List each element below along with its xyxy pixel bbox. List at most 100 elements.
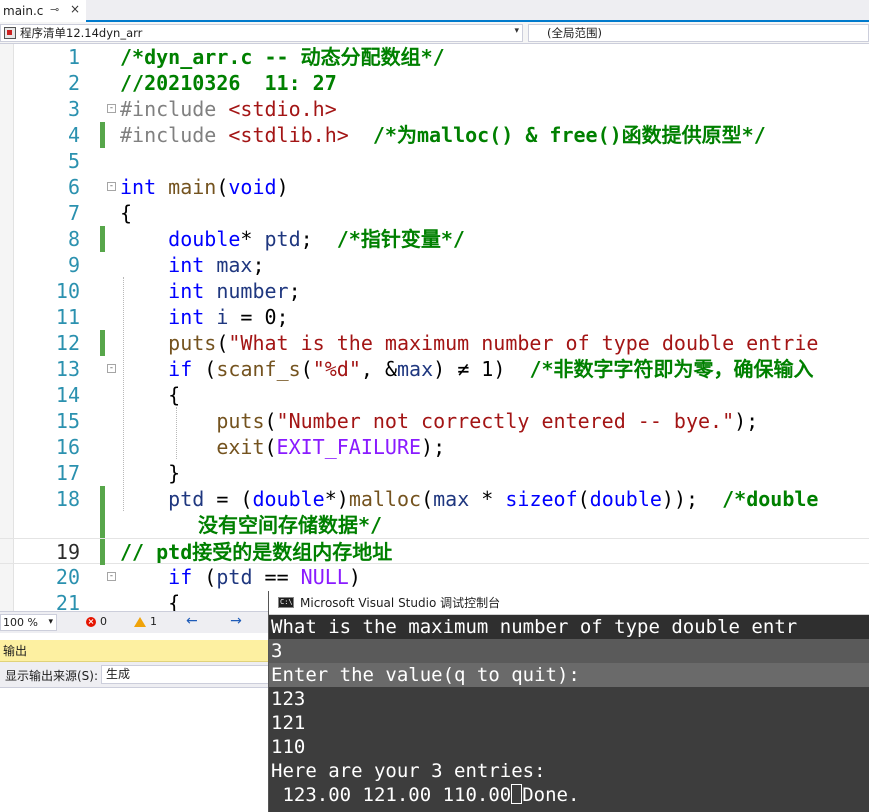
code-text: {: [168, 383, 181, 407]
console-line: 3: [271, 640, 283, 662]
debug-console-window[interactable]: C:\ Microsoft Visual Studio 调试控制台 What i…: [268, 591, 869, 812]
code-line: 17 }: [0, 460, 869, 486]
change-marker: [100, 330, 105, 356]
fold-toggle-icon[interactable]: -: [107, 572, 116, 581]
line-number: 7: [67, 201, 80, 225]
warning-icon: [134, 616, 146, 627]
line-number: 16: [55, 435, 80, 459]
code-line: 1 /*dyn_arr.c -- 动态分配数组*/: [0, 44, 869, 70]
line-number: 2: [67, 71, 80, 95]
line-number: 5: [67, 149, 80, 173]
code-text: int main(void): [120, 175, 289, 199]
code-line: 4 #include <stdlib.h> /*为malloc() & free…: [0, 122, 869, 148]
console-line: Here are your 3 entries:: [271, 760, 546, 782]
console-icon: C:\: [278, 597, 294, 608]
code-wrapped-text: 没有空间存储数据*/: [198, 513, 383, 537]
code-text: exit(EXIT_FAILURE);: [216, 435, 446, 459]
pin-icon[interactable]: ⊸: [50, 3, 59, 16]
scope-dropdown[interactable]: (全局范围): [528, 24, 869, 42]
line-number: 20: [55, 565, 80, 589]
code-line-current: 19 // ptd接受的是数组内存地址: [0, 538, 869, 565]
line-number: 21: [55, 591, 80, 611]
navigation-bar: 程序清单12.14dyn_arr ▾ (全局范围): [0, 22, 869, 44]
code-line: 3 - #include <stdio.h>: [0, 96, 869, 122]
line-number: 18: [55, 487, 80, 511]
code-line: 10 int number;: [0, 278, 869, 304]
code-text: int max;: [168, 253, 265, 277]
code-line: 7 {: [0, 200, 869, 226]
line-number: 6: [67, 175, 80, 199]
code-line: 13 - if (scanf_s("%d", &max) ≠ 1) /*非数字字…: [0, 356, 869, 382]
fold-toggle-icon[interactable]: -: [107, 104, 116, 113]
project-name: 程序清单12.14dyn_arr: [20, 26, 143, 40]
code-text: }: [168, 461, 181, 485]
text-cursor: [511, 784, 523, 804]
console-line: 110: [271, 736, 306, 758]
tab-filename: main.c: [3, 4, 44, 18]
console-line: Enter the value(q to quit):: [271, 664, 580, 686]
warning-count[interactable]: 1: [134, 615, 157, 628]
error-count[interactable]: × 0: [86, 615, 107, 628]
line-number: 8: [67, 227, 80, 251]
change-marker: [100, 486, 105, 538]
code-line: 16 exit(EXIT_FAILURE);: [0, 434, 869, 460]
line-number: 19: [55, 540, 80, 564]
issue-navigation-arrows[interactable]: ← →: [186, 613, 256, 629]
line-number: 11: [55, 305, 80, 329]
code-editor[interactable]: 1 /*dyn_arr.c -- 动态分配数组*/ 2 //20210326 1…: [0, 44, 869, 611]
code-line: 8 double* ptd; /*指针变量*/: [0, 226, 869, 252]
code-line: 9 int max;: [0, 252, 869, 278]
console-title-bar[interactable]: C:\ Microsoft Visual Studio 调试控制台: [269, 591, 869, 615]
console-line: What is the maximum number of type doubl…: [271, 616, 798, 638]
line-number: 13: [55, 357, 80, 381]
code-text: if (scanf_s("%d", &max) ≠ 1) /*非数字字符即为零，…: [168, 357, 814, 381]
code-text: puts("What is the maximum number of type…: [168, 331, 819, 355]
console-title: Microsoft Visual Studio 调试控制台: [300, 596, 501, 610]
close-icon[interactable]: ×: [70, 2, 80, 16]
fold-toggle-icon[interactable]: -: [107, 182, 116, 191]
code-line: 15 puts("Number not correctly entered --…: [0, 408, 869, 434]
line-number: 10: [55, 279, 80, 303]
code-text: /*dyn_arr.c -- 动态分配数组*/: [120, 45, 445, 69]
line-number: 3: [67, 97, 80, 121]
line-number: 4: [67, 123, 80, 147]
code-text: ptd = (double*)malloc(max * sizeof(doubl…: [168, 487, 819, 511]
console-output[interactable]: What is the maximum number of type doubl…: [269, 615, 869, 812]
change-marker: [100, 539, 105, 565]
code-text: double* ptd; /*指针变量*/: [168, 227, 465, 251]
console-line: 123.00 121.00 110.00 Done.: [271, 784, 580, 806]
document-tab-bar: main.c ⊸ ×: [0, 0, 869, 22]
line-number: 9: [67, 253, 80, 277]
line-number: 17: [55, 461, 80, 485]
tab-main-c[interactable]: main.c ⊸ ×: [0, 0, 86, 22]
code-text: #include <stdlib.h> /*为malloc() & free()…: [120, 123, 766, 147]
code-line: 18 ptd = (double*)malloc(max * sizeof(do…: [0, 486, 869, 538]
line-number: 1: [67, 45, 80, 69]
code-text: {: [168, 591, 181, 611]
chevron-down-icon: ▾: [514, 26, 519, 36]
console-line: 121: [271, 712, 306, 734]
code-line: 12 puts("What is the maximum number of t…: [0, 330, 869, 356]
chevron-down-icon: ▾: [48, 617, 53, 627]
code-text: if (ptd == NULL): [168, 565, 361, 589]
zoom-dropdown[interactable]: 100 % ▾: [0, 614, 57, 631]
error-icon: ×: [86, 616, 96, 627]
code-line: 6 - int main(void): [0, 174, 869, 200]
line-number: 12: [55, 331, 80, 355]
code-text: //20210326 11: 27: [120, 71, 337, 95]
fold-toggle-icon[interactable]: -: [107, 364, 116, 373]
code-line: 14 {: [0, 382, 869, 408]
project-icon: [4, 27, 16, 39]
code-text: {: [120, 201, 133, 225]
code-line: 2 //20210326 11: 27: [0, 70, 869, 96]
code-line: 5: [0, 148, 869, 174]
code-text: #include <stdio.h>: [120, 97, 337, 121]
code-line: 11 int i = 0;: [0, 304, 869, 330]
code-line: 20 - if (ptd == NULL): [0, 564, 869, 590]
code-text: puts("Number not correctly entered -- by…: [216, 409, 759, 433]
project-dropdown[interactable]: 程序清单12.14dyn_arr ▾: [0, 24, 523, 42]
output-source-label: 显示输出来源(S):: [5, 669, 99, 683]
line-number: 15: [55, 409, 80, 433]
code-text: // ptd接受的是数组内存地址: [120, 540, 393, 564]
code-text: int number;: [168, 279, 301, 303]
